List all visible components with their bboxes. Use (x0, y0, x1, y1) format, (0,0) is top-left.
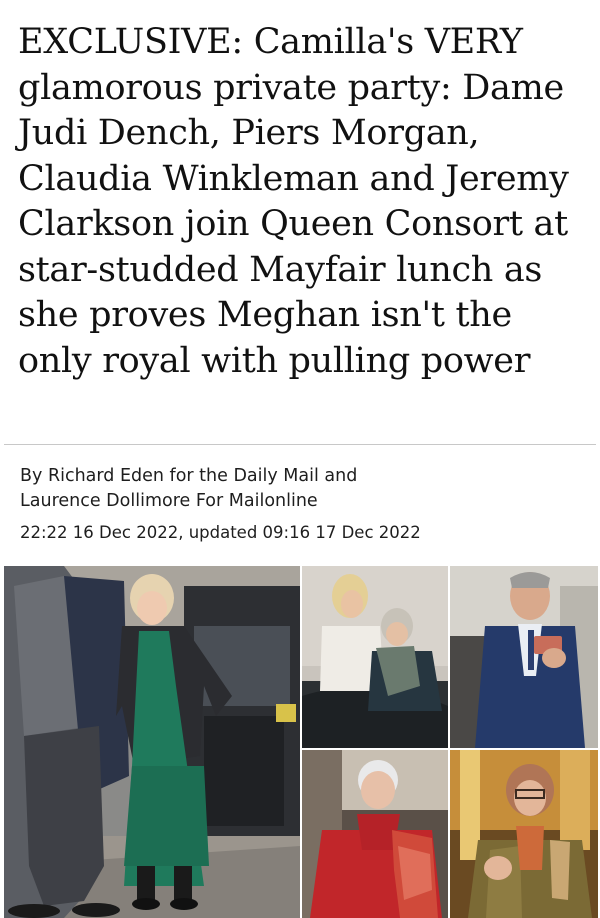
article-headline: EXCLUSIVE: Camilla's VERY glamorous priv… (18, 22, 569, 381)
photo-woman-with-glasses-patterned-coat[interactable] (450, 750, 598, 918)
byline-prefix: By (20, 466, 48, 486)
author-link-richard-eden[interactable]: Richard Eden (48, 466, 164, 486)
photo-man-in-blue-suit-on-phone[interactable] (450, 566, 598, 748)
byline-suffix: For Mailonline (190, 491, 318, 511)
byline: By Richard Eden for the Daily Mail and L… (20, 464, 580, 514)
photo-camilla-green-dress[interactable] (4, 566, 300, 918)
photo-blonde-woman-and-older-woman[interactable] (302, 566, 448, 748)
article-dateline: 22:22 16 Dec 2022, updated 09:16 17 Dec … (20, 523, 421, 542)
byline-middle: for the Daily Mail and (163, 466, 358, 486)
headline-divider (4, 444, 596, 445)
photo-collage (4, 566, 598, 918)
photo-judi-dench-red-coat[interactable] (302, 750, 448, 918)
author-link-laurence-dollimore[interactable]: Laurence Dollimore (20, 491, 190, 511)
